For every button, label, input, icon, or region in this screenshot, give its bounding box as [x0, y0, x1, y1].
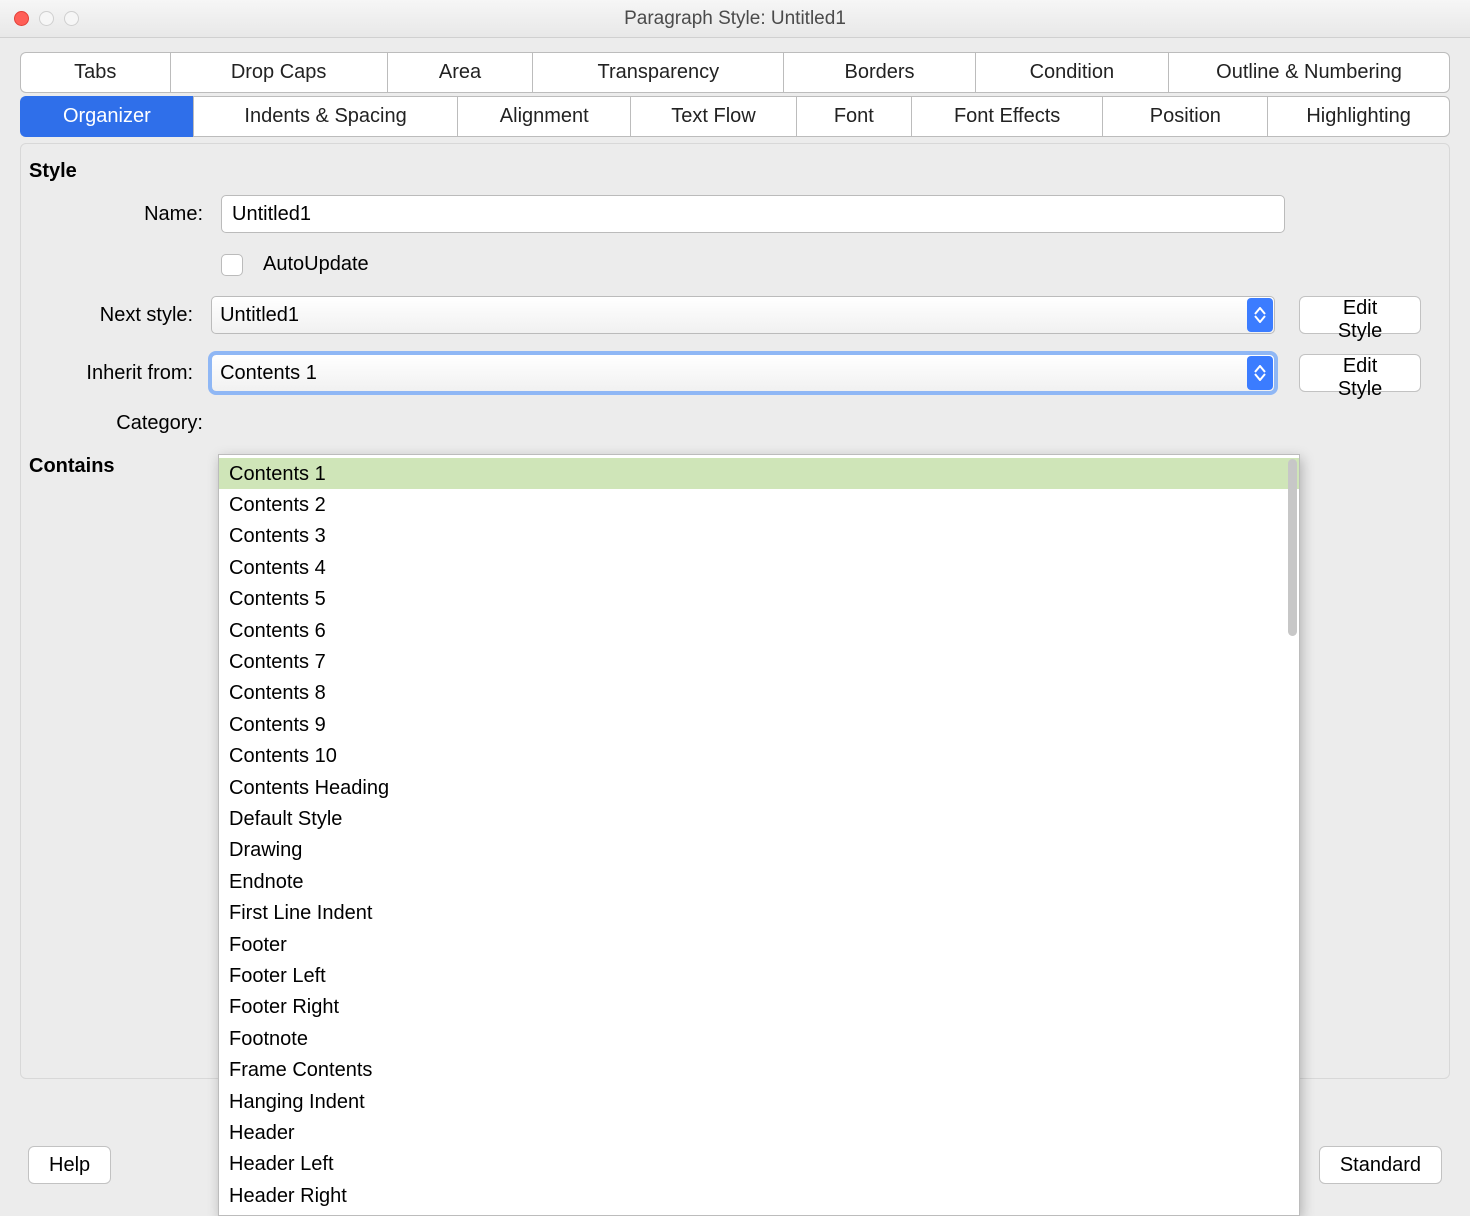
- category-label: Category:: [21, 412, 221, 435]
- standard-button[interactable]: Standard: [1319, 1146, 1442, 1184]
- name-label: Name:: [21, 203, 221, 226]
- row-name: Name:: [21, 195, 1449, 233]
- dropdown-option[interactable]: Default Style: [219, 803, 1299, 834]
- dropdown-option[interactable]: Contents 7: [219, 646, 1299, 677]
- autoupdate-label: AutoUpdate: [263, 253, 369, 276]
- dropdown-option[interactable]: Footer: [219, 929, 1299, 960]
- dialog-content: TabsDrop CapsAreaTransparencyBordersCond…: [0, 38, 1470, 1079]
- dropdown-option[interactable]: Contents 4: [219, 552, 1299, 583]
- tab-row-1: TabsDrop CapsAreaTransparencyBordersCond…: [20, 52, 1450, 93]
- tab-bar: TabsDrop CapsAreaTransparencyBordersCond…: [20, 52, 1450, 137]
- tab-area[interactable]: Area: [387, 52, 533, 93]
- dropdown-option[interactable]: Contents 2: [219, 489, 1299, 520]
- combo-stepper-icon[interactable]: [1247, 356, 1273, 390]
- dropdown-option[interactable]: Contents 5: [219, 584, 1299, 615]
- tab-outline-numbering[interactable]: Outline & Numbering: [1168, 52, 1450, 93]
- tab-alignment[interactable]: Alignment: [457, 96, 630, 137]
- tab-indents-spacing[interactable]: Indents & Spacing: [193, 96, 458, 137]
- row-next-style: Next style: Untitled1 Edit Style: [21, 296, 1449, 334]
- tab-condition[interactable]: Condition: [975, 52, 1168, 93]
- dropdown-option[interactable]: Contents 3: [219, 521, 1299, 552]
- tab-font-effects[interactable]: Font Effects: [911, 96, 1103, 137]
- tab-drop-caps[interactable]: Drop Caps: [170, 52, 387, 93]
- tab-tabs[interactable]: Tabs: [20, 52, 170, 93]
- tab-text-flow[interactable]: Text Flow: [630, 96, 796, 137]
- combo-stepper-icon[interactable]: [1247, 298, 1273, 332]
- dropdown-option[interactable]: Contents Heading: [219, 772, 1299, 803]
- organizer-panel: Style Name: AutoUpdate Next style: Untit…: [20, 143, 1450, 1079]
- name-input[interactable]: [221, 195, 1285, 233]
- dropdown-option[interactable]: Hanging Indent: [219, 1086, 1299, 1117]
- dropdown-option[interactable]: Contents 6: [219, 615, 1299, 646]
- edit-style-button-2[interactable]: Edit Style: [1299, 354, 1421, 392]
- inherit-dropdown-list[interactable]: Contents 1Contents 2Contents 3Contents 4…: [218, 454, 1300, 1216]
- row-inherit: Inherit from: Contents 1 Edit Style: [21, 354, 1449, 392]
- tab-organizer[interactable]: Organizer: [20, 96, 193, 137]
- dropdown-option[interactable]: Contents 1: [219, 458, 1299, 489]
- dropdown-option[interactable]: Frame Contents: [219, 1055, 1299, 1086]
- tab-font[interactable]: Font: [796, 96, 911, 137]
- section-style-heading: Style: [21, 160, 1449, 195]
- dropdown-option[interactable]: First Line Indent: [219, 898, 1299, 929]
- scrollbar-thumb[interactable]: [1288, 459, 1297, 636]
- tab-transparency[interactable]: Transparency: [532, 52, 783, 93]
- dropdown-option[interactable]: Drawing: [219, 835, 1299, 866]
- dropdown-option[interactable]: Heading: [219, 1212, 1299, 1215]
- dropdown-option[interactable]: Contents 8: [219, 678, 1299, 709]
- dropdown-inner: Contents 1Contents 2Contents 3Contents 4…: [219, 455, 1299, 1215]
- row-category: Category:: [21, 412, 1449, 435]
- dropdown-option[interactable]: Header Right: [219, 1180, 1299, 1211]
- edit-style-button-1[interactable]: Edit Style: [1299, 296, 1421, 334]
- dropdown-option[interactable]: Contents 10: [219, 741, 1299, 772]
- dropdown-option[interactable]: Header: [219, 1118, 1299, 1149]
- dropdown-option[interactable]: Footer Left: [219, 961, 1299, 992]
- dropdown-option[interactable]: Footer Right: [219, 992, 1299, 1023]
- dropdown-option[interactable]: Header Left: [219, 1149, 1299, 1180]
- dropdown-option[interactable]: Footnote: [219, 1023, 1299, 1054]
- dropdown-option[interactable]: Contents 9: [219, 709, 1299, 740]
- help-button[interactable]: Help: [28, 1146, 111, 1184]
- autoupdate-checkbox[interactable]: [221, 254, 243, 276]
- next-style-label: Next style:: [21, 304, 211, 327]
- next-style-value: Untitled1: [220, 304, 299, 327]
- next-style-combo[interactable]: Untitled1: [211, 296, 1275, 334]
- tab-position[interactable]: Position: [1102, 96, 1267, 137]
- inherit-combo[interactable]: Contents 1: [211, 354, 1275, 392]
- tab-highlighting[interactable]: Highlighting: [1267, 96, 1450, 137]
- window-title: Paragraph Style: Untitled1: [0, 8, 1470, 30]
- inherit-value: Contents 1: [220, 362, 317, 385]
- row-autoupdate: AutoUpdate: [21, 253, 1449, 276]
- titlebar: Paragraph Style: Untitled1: [0, 0, 1470, 38]
- dropdown-option[interactable]: Endnote: [219, 866, 1299, 897]
- tab-row-2: OrganizerIndents & SpacingAlignmentText …: [20, 96, 1450, 137]
- inherit-label: Inherit from:: [21, 362, 211, 385]
- tab-borders[interactable]: Borders: [783, 52, 974, 93]
